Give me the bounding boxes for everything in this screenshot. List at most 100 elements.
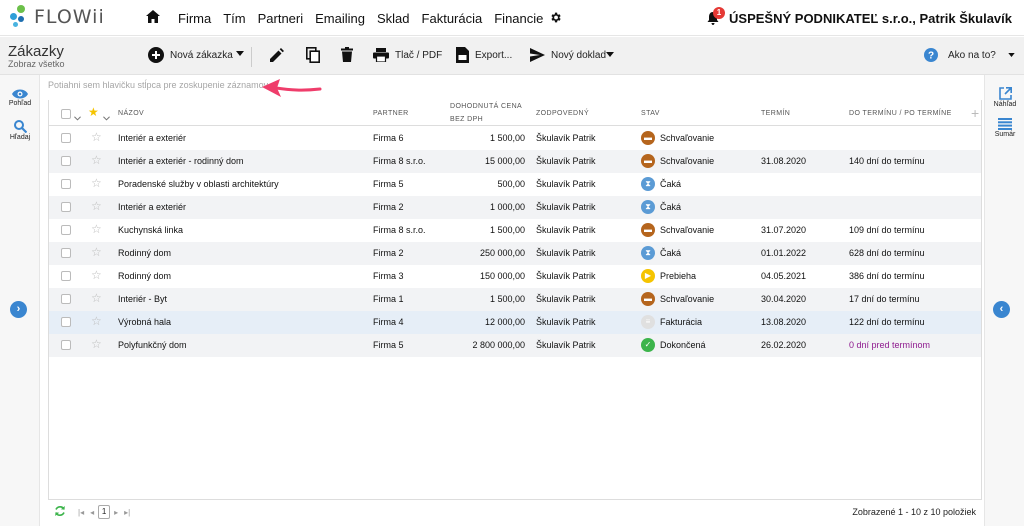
last-page-icon[interactable]: ▸| <box>124 508 130 517</box>
cell-name[interactable]: Interiér a exteriér <box>118 133 186 143</box>
row-checkbox[interactable] <box>61 133 71 143</box>
expand-left-button[interactable]: › <box>10 301 27 318</box>
logo[interactable]: FLOWii <box>8 5 105 29</box>
row-checkbox[interactable] <box>61 225 71 235</box>
bell-icon[interactable]: 1 <box>707 6 726 26</box>
cell-due: 628 dní do termínu <box>849 248 925 258</box>
cell-name[interactable]: Polyfunkčný dom <box>118 340 187 350</box>
cell-name[interactable]: Interiér - Byt <box>118 294 167 304</box>
new-order-button[interactable]: Nová zákazka <box>148 47 233 63</box>
menu-item-sklad[interactable]: Sklad <box>377 11 410 26</box>
column-header-name[interactable]: NÁZOV <box>118 110 144 117</box>
menu-item-financie[interactable]: Financie <box>494 11 543 26</box>
star-icon[interactable]: ☆ <box>91 199 102 213</box>
edit-button[interactable] <box>270 48 284 62</box>
new-document-button[interactable]: Nový doklad <box>530 48 606 62</box>
star-icon[interactable]: ☆ <box>91 176 102 190</box>
menu-item-fakturacia[interactable]: Fakturácia <box>422 11 483 26</box>
next-page-icon[interactable]: ▸ <box>114 508 118 517</box>
row-checkbox[interactable] <box>61 248 71 258</box>
row-checkbox[interactable] <box>61 340 71 350</box>
row-checkbox[interactable] <box>61 179 71 189</box>
refresh-icon[interactable] <box>54 505 66 519</box>
company-account[interactable]: 1 ÚSPEŠNÝ PODNIKATEĽ s.r.o., Patrik Škul… <box>707 6 1012 26</box>
cell-name[interactable]: Interiér a exteriér - rodinný dom <box>118 156 244 166</box>
preview-button[interactable]: Náhľad <box>985 87 1024 108</box>
star-icon[interactable]: ☆ <box>91 245 102 259</box>
search-button[interactable]: Hľadaj <box>0 120 40 141</box>
cell-responsible: Škulavík Patrik <box>536 317 596 327</box>
table-row[interactable]: ☆ Rodinný dom Firma 2 250 000,00 Škulavík Pa… <box>49 242 981 265</box>
copy-button[interactable] <box>306 47 320 63</box>
table-row[interactable]: ☆ Interiér a exteriér Firma 2 1 000,00 Škula… <box>49 196 981 219</box>
column-header-price[interactable]: DOHODNUTÁ CENA <box>450 103 522 110</box>
first-page-icon[interactable]: |◂ <box>78 508 84 517</box>
export-button[interactable]: Export... <box>456 47 512 63</box>
cell-price: 1 000,00 <box>489 202 525 212</box>
table-row[interactable]: ☆ Polyfunkčný dom Firma 5 2 800 000,00 Škula… <box>49 334 981 357</box>
row-checkbox[interactable] <box>61 202 71 212</box>
select-all-checkbox[interactable] <box>61 109 71 119</box>
menu-item-partneri[interactable]: Partneri <box>258 11 304 26</box>
row-checkbox[interactable] <box>61 156 71 166</box>
cell-status: Schvaľovanie <box>660 156 715 166</box>
delete-button[interactable] <box>341 47 353 62</box>
row-checkbox[interactable] <box>61 271 71 281</box>
expand-right-button[interactable]: ‹ <box>993 301 1010 318</box>
summary-button[interactable]: Sumár <box>985 118 1024 138</box>
cell-status: Čaká <box>660 179 682 189</box>
menu-item-emailing[interactable]: Emailing <box>315 11 365 26</box>
add-column-icon[interactable]: + <box>971 105 979 121</box>
view-button[interactable]: Pohľad <box>0 89 40 107</box>
star-icon[interactable]: ☆ <box>91 153 102 167</box>
caret-down-icon <box>1008 53 1015 57</box>
column-header-responsible[interactable]: ZODPOVEDNÝ <box>536 110 589 117</box>
new-document-dropdown[interactable] <box>606 52 614 57</box>
current-page[interactable]: 1 <box>98 505 111 519</box>
print-button[interactable]: Tlač / PDF <box>373 48 442 62</box>
menu-item-firma[interactable]: Firma <box>178 11 211 26</box>
cell-name[interactable]: Kuchynská linka <box>118 225 183 235</box>
cell-name[interactable]: Interiér a exteriér <box>118 202 186 212</box>
star-icon[interactable]: ☆ <box>91 291 102 305</box>
cell-deadline: 26.02.2020 <box>761 340 807 350</box>
table-row[interactable]: ☆ Interiér a exteriér Firma 6 1 500,00 Škula… <box>49 127 981 150</box>
row-checkbox[interactable] <box>61 317 71 327</box>
column-header-due[interactable]: DO TERMÍNU / PO TERMÍNE <box>849 110 952 117</box>
table-row[interactable]: ☆ Kuchynská linka Firma 8 s.r.o. 1 500,00 Šk… <box>49 219 981 242</box>
chevron-down-icon[interactable] <box>103 110 110 124</box>
group-drop-zone[interactable]: Potiahni sem hlavičku stĺpca pre zoskupe… <box>48 80 268 90</box>
star-filter-icon[interactable]: ★ <box>88 105 99 119</box>
help-button[interactable]: ? Ako na to? <box>924 48 1015 62</box>
column-header-partner[interactable]: PARTNER <box>373 110 409 117</box>
star-icon[interactable]: ☆ <box>91 130 102 144</box>
star-icon[interactable]: ☆ <box>91 222 102 236</box>
row-checkbox[interactable] <box>61 294 71 304</box>
column-header-price-sub: BEZ DPH <box>450 116 484 123</box>
page-subtitle[interactable]: Zobraz všetko <box>8 59 65 69</box>
column-header-deadline[interactable]: TERMÍN <box>761 110 790 117</box>
home-icon[interactable] <box>146 10 160 26</box>
table-row[interactable]: ☆ Interiér a exteriér - rodinný dom Firma … <box>49 150 981 173</box>
cell-name[interactable]: Rodinný dom <box>118 248 171 258</box>
cell-responsible: Škulavík Patrik <box>536 133 596 143</box>
table-row[interactable]: ☆ Výrobná hala Firma 4 12 000,00 Škulavík Pa… <box>49 311 981 334</box>
cell-name[interactable]: Rodinný dom <box>118 271 171 281</box>
prev-page-icon[interactable]: ◂ <box>90 508 94 517</box>
table-row[interactable]: ☆ Rodinný dom Firma 3 150 000,00 Škulavík Pa… <box>49 265 981 288</box>
table-row[interactable]: ☆ Interiér - Byt Firma 1 1 500,00 Škulavík P… <box>49 288 981 311</box>
cell-name[interactable]: Poradenské služby v oblasti architektúry <box>118 179 279 189</box>
cell-name[interactable]: Výrobná hala <box>118 317 171 327</box>
table-row[interactable]: ☆ Poradenské služby v oblasti architektúr… <box>49 173 981 196</box>
cell-price: 15 000,00 <box>484 156 525 166</box>
gear-icon[interactable] <box>549 11 562 27</box>
star-icon[interactable]: ☆ <box>91 337 102 351</box>
column-header-status[interactable]: STAV <box>641 110 660 117</box>
new-order-dropdown[interactable] <box>236 51 244 56</box>
star-icon[interactable]: ☆ <box>91 268 102 282</box>
star-icon[interactable]: ☆ <box>91 314 102 328</box>
cell-status: Fakturácia <box>660 317 703 327</box>
menu-item-tim[interactable]: Tím <box>223 11 245 26</box>
cell-partner: Firma 8 s.r.o. <box>373 156 426 166</box>
chevron-down-icon[interactable] <box>74 110 81 124</box>
